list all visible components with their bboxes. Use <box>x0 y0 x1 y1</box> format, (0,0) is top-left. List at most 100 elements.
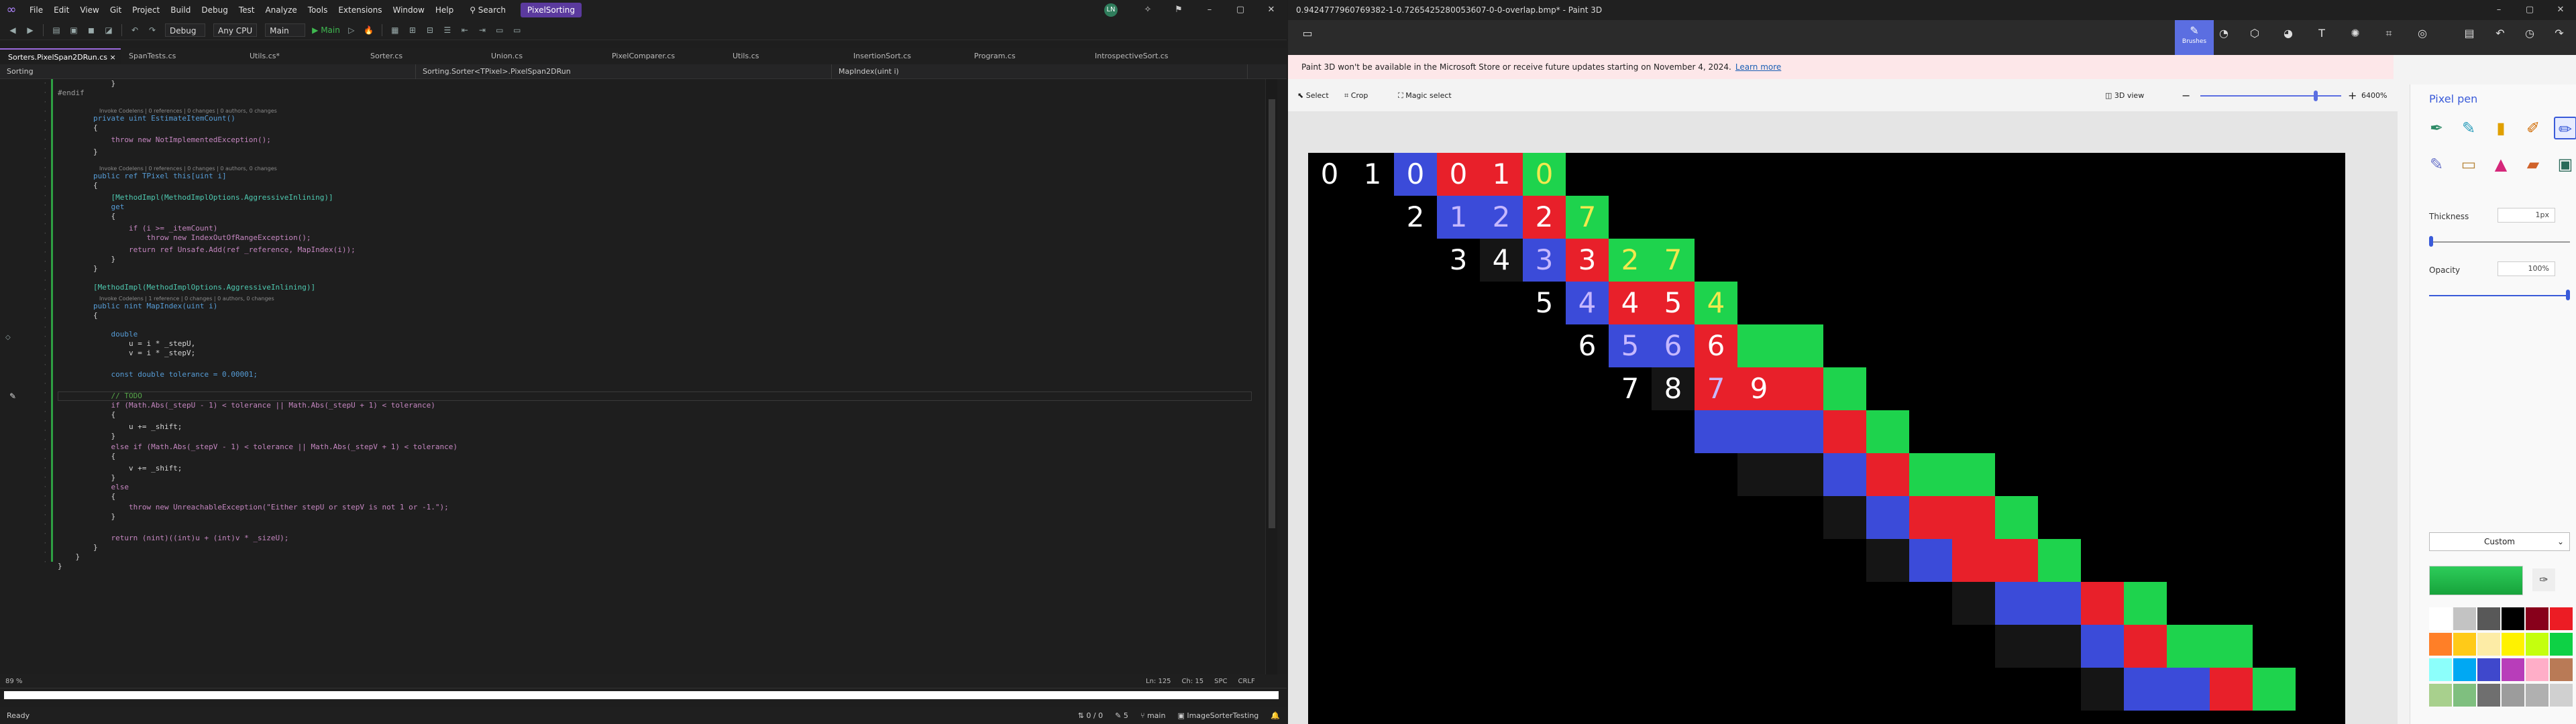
palette-swatch[interactable] <box>2477 658 2500 681</box>
opacity-input[interactable]: 100% <box>2498 261 2555 276</box>
branch-selector[interactable]: ⑂ main <box>1140 711 1166 720</box>
redo-button[interactable]: ↷ <box>2540 20 2576 55</box>
thickness-slider[interactable] <box>2429 241 2570 243</box>
menu-build[interactable]: Build <box>165 0 196 20</box>
project-dropdown[interactable]: Sorting <box>0 64 416 79</box>
palette-swatch[interactable] <box>2550 607 2573 630</box>
menu-git[interactable]: Git <box>105 0 127 20</box>
code-area[interactable]: } #endif Invoke Codelens | 0 references … <box>58 79 1252 674</box>
menu-edit[interactable]: Edit <box>48 0 74 20</box>
palette-swatch[interactable] <box>2429 607 2452 630</box>
tab-pixelspan2drun[interactable]: Sorters.PixelSpan2DRun.cs × <box>0 48 121 64</box>
forward-icon[interactable]: ▶ <box>23 23 37 37</box>
new-item-icon[interactable]: ▤ <box>50 23 63 37</box>
toolbar-tool-icon[interactable]: ▭ <box>493 23 506 37</box>
calligraphy-pen-tool-icon[interactable]: ✎ <box>2457 117 2480 139</box>
toolbar-tool-icon[interactable]: ⊞ <box>406 23 419 37</box>
palette-swatch[interactable] <box>2429 633 2452 656</box>
eyedropper-icon[interactable]: ✑ <box>2532 568 2555 591</box>
palette-swatch[interactable] <box>2550 658 2573 681</box>
startup-project-dropdown[interactable]: Main <box>265 23 306 37</box>
tab-union[interactable]: Union.cs <box>483 48 604 64</box>
toolbar-tool-icon[interactable]: ⇥ <box>476 23 489 37</box>
color-mode-dropdown[interactable]: Custom ⌄ <box>2429 532 2570 551</box>
notifications-icon[interactable]: 🔔 <box>1271 711 1280 720</box>
3d-library-button[interactable]: ◎ <box>2403 20 2442 55</box>
repo-selector[interactable]: ▣ ImageSorterTesting <box>1177 711 1258 720</box>
whitespace-mode[interactable]: SPC <box>1214 678 1227 685</box>
menu-debug[interactable]: Debug <box>196 0 233 20</box>
current-color-swatch[interactable] <box>2429 566 2523 595</box>
platform-dropdown[interactable]: Any CPU <box>213 23 258 37</box>
pencil-tool-icon[interactable]: ✎ <box>2425 153 2448 176</box>
toolbar-tool-icon[interactable]: ⇤ <box>458 23 472 37</box>
menu-tools[interactable]: Tools <box>303 0 333 20</box>
learn-more-link[interactable]: Learn more <box>1735 62 1781 72</box>
save-icon[interactable]: ◼ <box>85 23 98 37</box>
zoom-in-icon[interactable]: + <box>2348 84 2357 107</box>
toolbar-tool-icon[interactable]: ⊟ <box>423 23 437 37</box>
palette-swatch[interactable] <box>2453 633 2476 656</box>
canvas-workspace[interactable]: 010010212273433275445465667879 <box>1288 111 2394 724</box>
spray-can-tool-icon[interactable]: ▰ <box>2522 153 2544 176</box>
thickness-slider-thumb[interactable] <box>2429 236 2433 247</box>
close-icon[interactable]: × <box>110 53 116 62</box>
maximize-icon[interactable]: ▢ <box>2514 0 2545 20</box>
avatar[interactable]: LN <box>1104 3 1118 17</box>
palette-swatch[interactable] <box>2453 658 2476 681</box>
3d-view-toggle[interactable]: ◫ 3D view <box>2105 84 2144 107</box>
palette-swatch[interactable] <box>2526 633 2548 656</box>
back-icon[interactable]: ◀ <box>6 23 19 37</box>
output-box[interactable] <box>4 691 1279 699</box>
drawing-canvas[interactable]: 010010212273433275445465667879 <box>1308 153 2345 724</box>
toolbar-tool-icon[interactable]: ☰ <box>441 23 454 37</box>
minimize-icon[interactable]: – <box>1194 0 1225 20</box>
pending-changes[interactable]: ✎ 5 <box>1115 711 1128 720</box>
thickness-input[interactable]: 1px <box>2498 208 2555 223</box>
menu-window[interactable]: Window <box>388 0 430 20</box>
palette-swatch[interactable] <box>2502 633 2524 656</box>
eraser-tool-icon[interactable]: ▭ <box>2457 153 2480 176</box>
canvas-scrollbar[interactable] <box>2392 111 2398 724</box>
palette-swatch[interactable] <box>2502 658 2524 681</box>
palette-swatch[interactable] <box>2502 684 2524 707</box>
solution-name-badge[interactable]: PixelSorting <box>521 3 582 17</box>
code-editor[interactable]: ◇ ✎ · · · · · · · · · · · · · · · · · · · · · · · · · · · · · · · · · · · ·… <box>0 79 1287 674</box>
zoom-out-icon[interactable]: − <box>2182 84 2190 107</box>
start-debugging-button[interactable]: ▶ Main <box>312 25 340 35</box>
menu-help[interactable]: Help <box>430 0 459 20</box>
admin-icon[interactable]: ⚑ <box>1163 0 1194 20</box>
menu-extensions[interactable]: Extensions <box>333 0 387 20</box>
zoom-level[interactable]: 89 % <box>5 678 46 685</box>
zoom-slider-thumb[interactable] <box>2314 90 2318 101</box>
start-without-debugging-icon[interactable]: ▷ <box>345 23 358 37</box>
undo-icon[interactable]: ↶ <box>128 23 142 37</box>
glyph-margin[interactable]: ◇ ✎ <box>0 79 20 674</box>
member-dropdown[interactable]: MapIndex(uint i) <box>832 64 1248 79</box>
toolbar-tool-icon[interactable]: ▭ <box>511 23 524 37</box>
menu-analyze[interactable]: Analyze <box>260 0 302 20</box>
configuration-dropdown[interactable]: Debug <box>165 23 205 37</box>
line-endings[interactable]: CRLF <box>1238 678 1255 685</box>
hot-reload-icon[interactable]: 🔥 <box>362 23 376 37</box>
updown-count[interactable]: ⇅ 0 / 0 <box>1078 711 1103 720</box>
tab-program[interactable]: Program.cs <box>966 48 1087 64</box>
minimize-icon[interactable]: – <box>2483 0 2514 20</box>
watercolor-tool-icon[interactable]: ✐ <box>2522 117 2544 139</box>
magic-select-button[interactable]: ⛶ Magic select <box>1398 84 1452 107</box>
palette-swatch[interactable] <box>2526 658 2548 681</box>
tab-introspectivesort[interactable]: IntrospectiveSort.cs <box>1087 48 1208 64</box>
palette-swatch[interactable] <box>2502 607 2524 630</box>
oil-brush-tool-icon[interactable]: ▮ <box>2489 117 2512 139</box>
palette-swatch[interactable] <box>2477 607 2500 630</box>
redo-icon[interactable]: ↷ <box>146 23 159 37</box>
zoom-percentage[interactable]: 6400% <box>2361 84 2387 107</box>
palette-swatch[interactable] <box>2550 684 2573 707</box>
tab-spantests[interactable]: SpanTests.cs <box>121 48 241 64</box>
type-dropdown[interactable]: Sorting.Sorter<TPixel>.PixelSpan2DRun <box>416 64 832 79</box>
search-button[interactable]: ⚲ Search <box>463 3 513 17</box>
menu-view[interactable]: View <box>74 0 104 20</box>
tab-sorter[interactable]: Sorter.cs <box>362 48 483 64</box>
palette-swatch[interactable] <box>2477 684 2500 707</box>
fill-tool-icon[interactable]: ▣ <box>2554 153 2576 176</box>
